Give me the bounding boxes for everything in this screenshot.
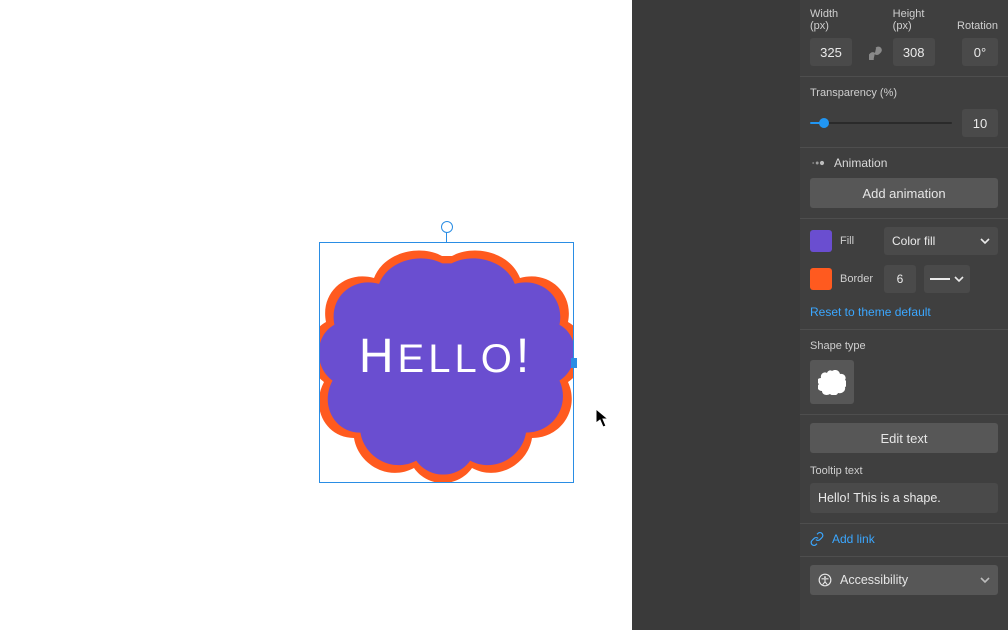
border-width-input[interactable]: 6 (884, 265, 916, 293)
selected-shape[interactable]: HELLO! (319, 242, 574, 483)
transparency-slider[interactable] (810, 116, 952, 130)
link-dimensions-icon[interactable] (867, 46, 885, 66)
accessibility-icon (818, 573, 832, 587)
border-style-sample (930, 278, 950, 280)
shape-type-thumbnail[interactable] (810, 360, 854, 404)
height-label: Height (px) (893, 8, 942, 32)
border-color-swatch[interactable] (810, 268, 832, 290)
add-link-button[interactable]: Add link (810, 532, 998, 546)
animation-heading: Animation (834, 156, 887, 170)
fill-border-section: Fill Color fill Border 6 Reset to theme … (800, 219, 1008, 330)
tooltip-text-input[interactable]: Hello! This is a shape. (810, 483, 998, 513)
animation-icon (810, 158, 826, 168)
height-input[interactable]: 308 (893, 38, 935, 66)
add-link-label: Add link (832, 532, 875, 546)
edit-text-button[interactable]: Edit text (810, 423, 998, 453)
properties-panel: Width (px) 325 Height (px) 308 Rotation … (800, 0, 1008, 630)
width-input[interactable]: 325 (810, 38, 852, 66)
width-label: Width (px) (810, 8, 859, 32)
fill-mode-value: Color fill (892, 234, 935, 248)
tooltip-label: Tooltip text (810, 465, 863, 477)
rotation-handle[interactable] (441, 221, 453, 233)
rotation-input[interactable]: 0° (962, 38, 998, 66)
add-animation-button[interactable]: Add animation (810, 178, 998, 208)
transparency-section: Transparency (%) 10 (800, 77, 1008, 148)
reset-theme-link[interactable]: Reset to theme default (810, 305, 931, 319)
size-section: Width (px) 325 Height (px) 308 Rotation … (800, 0, 1008, 77)
accessibility-label: Accessibility (840, 573, 908, 587)
design-canvas[interactable]: HELLO! (0, 0, 632, 630)
shape-text: HELLO! (359, 330, 533, 383)
link-icon (810, 532, 824, 546)
chevron-down-icon (980, 236, 990, 246)
resize-handle-right[interactable] (571, 358, 577, 368)
fill-mode-select[interactable]: Color fill (884, 227, 998, 255)
fill-label: Fill (840, 235, 876, 247)
border-label: Border (840, 273, 876, 285)
rotation-handle-stem (446, 232, 447, 242)
accessibility-toggle[interactable]: Accessibility (810, 565, 998, 595)
cursor-icon (595, 408, 609, 428)
shape-type-section: Shape type (800, 330, 1008, 415)
shape-type-label: Shape type (810, 340, 866, 352)
accessibility-section: Accessibility (800, 557, 1008, 609)
transparency-input[interactable]: 10 (962, 109, 998, 137)
rotation-label: Rotation (957, 20, 998, 32)
text-section: Edit text Tooltip text Hello! This is a … (800, 415, 1008, 524)
animation-section: Animation Add animation (800, 148, 1008, 219)
border-style-select[interactable] (924, 265, 970, 293)
fill-color-swatch[interactable] (810, 230, 832, 252)
chevron-down-icon (980, 575, 990, 585)
cloud-shape-icon (818, 369, 846, 395)
panel-padding (632, 0, 800, 630)
chevron-down-icon (954, 274, 964, 284)
transparency-label: Transparency (%) (810, 87, 897, 99)
add-link-section: Add link (800, 524, 1008, 557)
